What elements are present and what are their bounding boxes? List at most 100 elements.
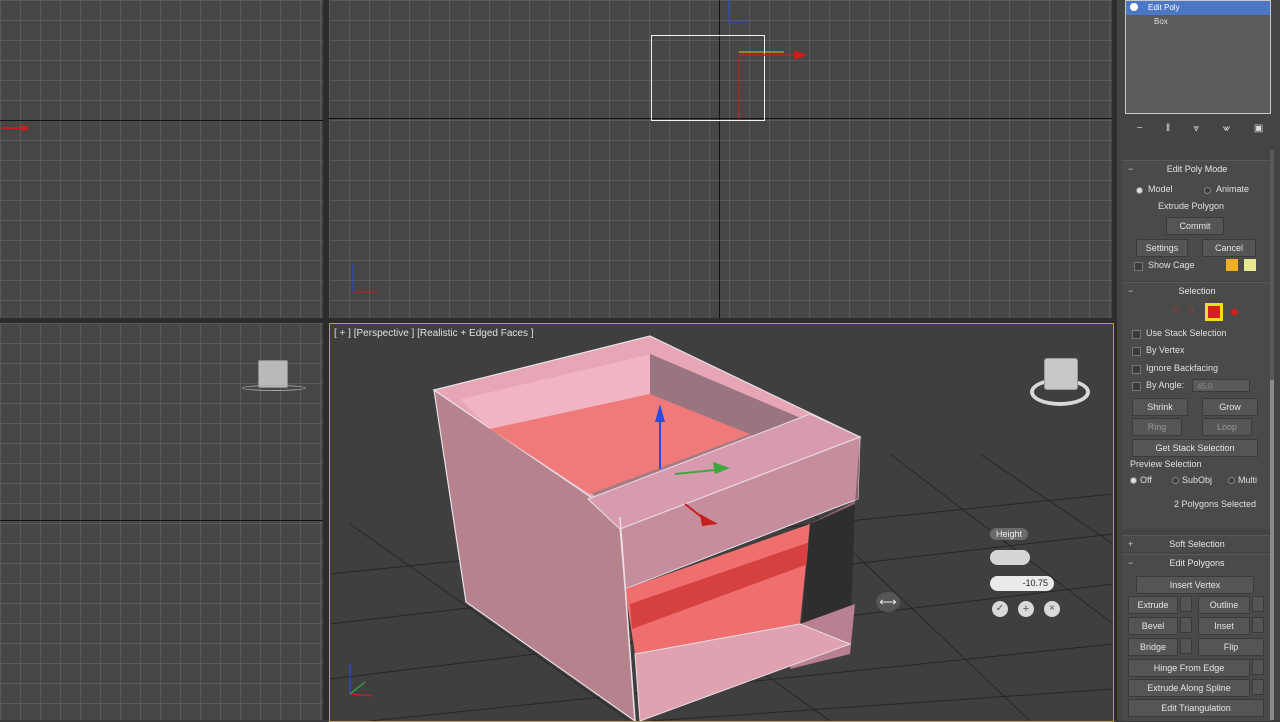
collapse-icon[interactable]: −: [1128, 161, 1133, 177]
caddy-apply-button[interactable]: +: [1018, 601, 1034, 617]
stack-toolbar: − ‖ ⩔ ⩖ ▣: [1125, 120, 1275, 136]
label-preview-selection: Preview Selection: [1130, 459, 1202, 469]
rollout-title[interactable]: − Selection: [1122, 283, 1272, 299]
rollout-soft-selection: + Soft Selection: [1122, 535, 1272, 552]
extrude-spline-settings-button[interactable]: [1252, 679, 1264, 695]
outline-settings-button[interactable]: [1252, 596, 1264, 612]
by-angle-checkbox[interactable]: [1132, 382, 1141, 391]
move-cursor-icon: ⟷: [876, 592, 900, 612]
bridge-button[interactable]: Bridge: [1128, 638, 1178, 656]
remove-modifier-icon[interactable]: ⩖: [1223, 123, 1231, 134]
loop-button[interactable]: Loop: [1202, 418, 1252, 436]
hinge-from-edge-button[interactable]: Hinge From Edge: [1128, 659, 1250, 677]
stack-item-edit-poly[interactable]: Edit Poly: [1126, 1, 1270, 15]
label-by-vertex: By Vertex: [1146, 345, 1185, 355]
inset-settings-button[interactable]: [1252, 617, 1264, 633]
caddy-height-label: Height: [990, 528, 1029, 540]
viewport-top-right[interactable]: [329, 0, 1112, 318]
get-stack-selection-button[interactable]: Get Stack Selection: [1132, 439, 1258, 457]
cage-selected-color-swatch[interactable]: [1244, 259, 1256, 271]
selection-status: 2 Polygons Selected: [1174, 499, 1257, 509]
show-cage-checkbox[interactable]: [1134, 262, 1143, 271]
rollout-title[interactable]: − Edit Poly Mode: [1122, 161, 1272, 177]
edge-subobject-icon[interactable]: ◁: [1172, 305, 1178, 314]
flip-button[interactable]: Flip: [1198, 638, 1264, 656]
label-preview-multi: Multi: [1238, 475, 1258, 485]
viewport-perspective[interactable]: [ + ] [Perspective ] [Realistic + Edged …: [329, 323, 1114, 722]
ring-button[interactable]: Ring: [1132, 418, 1182, 436]
grid-axis-x: [0, 120, 323, 121]
label-ignore-backfacing: Ignore Backfacing: [1146, 363, 1219, 373]
pin-stack-icon[interactable]: −: [1137, 123, 1143, 134]
current-operation: Extrude Polygon: [1158, 201, 1225, 211]
label-use-stack: Use Stack Selection: [1146, 328, 1227, 338]
radio-preview-off[interactable]: [1130, 477, 1137, 484]
rollout-selection: − Selection · · ◁ ◇ ◆ Use Stack Selection…: [1122, 282, 1272, 529]
viewcube-ring: [242, 385, 306, 391]
radio-model[interactable]: [1136, 187, 1143, 194]
label-preview-off: Off: [1140, 475, 1152, 485]
label-model: Model: [1148, 184, 1173, 194]
label-show-cage: Show Cage: [1148, 260, 1195, 270]
viewcube[interactable]: [1030, 358, 1092, 408]
collapse-icon[interactable]: −: [1128, 555, 1133, 571]
caddy-mode-dropdown[interactable]: [990, 550, 1030, 565]
axis-tripod-icon: [2, 124, 30, 132]
expand-icon[interactable]: +: [1128, 536, 1133, 552]
configure-sets-icon[interactable]: ▣: [1254, 123, 1263, 134]
make-unique-icon[interactable]: ⩔: [1194, 123, 1200, 134]
collapse-icon[interactable]: −: [1128, 283, 1133, 299]
hinge-settings-button[interactable]: [1252, 659, 1264, 675]
caddy-height-spinner[interactable]: -10.75: [990, 576, 1054, 591]
rollout-title[interactable]: − Edit Polygons: [1122, 555, 1272, 571]
lightbulb-icon[interactable]: [1130, 3, 1138, 11]
viewport-bottom-left[interactable]: [0, 323, 323, 720]
viewcube-box: [1044, 358, 1078, 390]
scrollbar-thumb[interactable]: [1270, 380, 1274, 720]
extrude-button[interactable]: Extrude: [1128, 596, 1178, 614]
bevel-settings-button[interactable]: [1180, 617, 1192, 633]
polygon-subobject-icon[interactable]: [1205, 303, 1223, 321]
cage-color-swatch[interactable]: [1226, 259, 1238, 271]
show-end-result-icon[interactable]: ‖: [1166, 123, 1170, 134]
transform-gizmo-icon: [728, 0, 808, 120]
insert-vertex-button[interactable]: Insert Vertex: [1136, 576, 1254, 594]
extrude-along-spline-button[interactable]: Extrude Along Spline: [1128, 679, 1250, 697]
cancel-button[interactable]: Cancel: [1202, 239, 1256, 257]
caddy-ok-button[interactable]: ✓: [992, 601, 1008, 617]
label-by-angle: By Angle:: [1146, 380, 1185, 390]
viewport-top-left[interactable]: [0, 0, 323, 318]
edit-triangulation-button[interactable]: Edit Triangulation: [1128, 699, 1264, 717]
grow-button[interactable]: Grow: [1202, 398, 1258, 416]
rollout-edit-polygons: − Edit Polygons Insert Vertex Extrude Out…: [1122, 554, 1272, 721]
settings-button[interactable]: Settings: [1136, 239, 1188, 257]
by-angle-spinner[interactable]: 45.0: [1192, 379, 1250, 392]
element-subobject-icon[interactable]: ◆: [1230, 305, 1238, 318]
axis-tripod-icon: [352, 264, 377, 293]
radio-animate[interactable]: [1204, 187, 1211, 194]
label-animate: Animate: [1216, 184, 1250, 194]
bridge-settings-button[interactable]: [1180, 638, 1192, 654]
shrink-button[interactable]: Shrink: [1132, 398, 1188, 416]
caddy-cancel-button[interactable]: ×: [1044, 601, 1060, 617]
radio-preview-subobj[interactable]: [1172, 477, 1179, 484]
command-panel-scrollbar[interactable]: [1270, 150, 1274, 720]
border-subobject-icon[interactable]: ◇: [1188, 305, 1194, 314]
commit-button[interactable]: Commit: [1166, 217, 1224, 235]
rollout-edit-poly-mode: − Edit Poly Mode Model Animate Extrude Po…: [1122, 160, 1272, 281]
use-stack-selection-checkbox[interactable]: [1132, 330, 1141, 339]
viewcube-small[interactable]: [258, 360, 288, 388]
radio-preview-multi[interactable]: [1228, 477, 1235, 484]
grid-axis-x: [0, 520, 323, 521]
outline-button[interactable]: Outline: [1198, 596, 1250, 614]
by-vertex-checkbox[interactable]: [1132, 347, 1141, 356]
bevel-button[interactable]: Bevel: [1128, 617, 1178, 635]
vertex-subobject-icon[interactable]: · ·: [1156, 305, 1164, 314]
inset-button[interactable]: Inset: [1198, 617, 1250, 635]
extrude-settings-button[interactable]: [1180, 596, 1192, 612]
ignore-backfacing-checkbox[interactable]: [1132, 365, 1141, 374]
modifier-stack[interactable]: Edit Poly Box: [1125, 0, 1271, 114]
rollout-title[interactable]: + Soft Selection: [1122, 536, 1272, 552]
caddy-height-value[interactable]: -10.75: [1022, 578, 1048, 588]
stack-item-box[interactable]: Box: [1126, 15, 1270, 29]
